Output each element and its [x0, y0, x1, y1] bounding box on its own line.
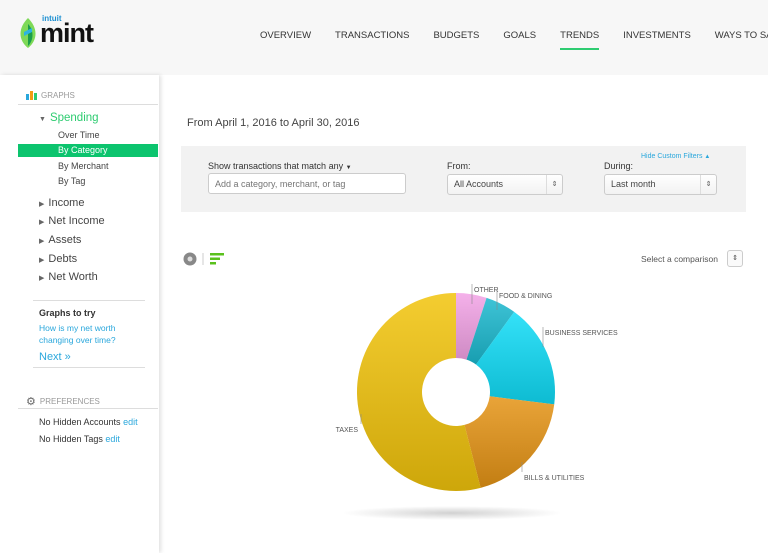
- donut-chart-icon[interactable]: [183, 252, 197, 266]
- updown-icon: ⇕: [732, 255, 738, 262]
- main-content: From April 1, 2016 to April 30, 2016 Sho…: [160, 75, 768, 553]
- caret-right-icon: ▶: [39, 257, 45, 264]
- sidebar-item-spending[interactable]: ▼ Spending: [39, 112, 99, 124]
- edit-accounts-link[interactable]: edit: [123, 417, 138, 427]
- mint-logo[interactable]: intuit mint: [18, 14, 98, 48]
- caret-right-icon: ▶: [39, 275, 45, 282]
- caret-up-icon: ▲: [704, 154, 711, 160]
- sidebar-sub-by-tag[interactable]: By Tag: [58, 176, 85, 186]
- preferences-heading: ⚙ PREFERENCES: [26, 396, 100, 408]
- divider: [33, 367, 145, 368]
- graphs-to-try-heading: Graphs to try: [39, 308, 96, 318]
- match-dropdown[interactable]: any ▼: [329, 161, 352, 171]
- divider: [33, 300, 145, 301]
- caret-right-icon: ▶: [39, 238, 45, 245]
- sidebar-item-net-worth[interactable]: ▶ Net Worth: [39, 271, 98, 283]
- nav-trends[interactable]: TRENDS: [560, 30, 600, 50]
- next-link[interactable]: Next »: [39, 351, 71, 363]
- updown-icon: ⇕: [700, 175, 716, 194]
- hidden-tags: No Hidden Tags edit: [39, 434, 120, 444]
- caret-right-icon: ▶: [39, 201, 45, 208]
- sidebar-item-net-income[interactable]: ▶ Net Income: [39, 215, 105, 227]
- graphs-heading: GRAPHS: [26, 90, 75, 100]
- caret-right-icon: ▶: [39, 219, 45, 226]
- filter-search-input[interactable]: [208, 173, 406, 194]
- during-label: During:: [604, 161, 634, 171]
- sidebar-item-assets[interactable]: ▶ Assets: [39, 234, 81, 246]
- sidebar: GRAPHS ▼ Spending Over Time By Category B…: [0, 75, 159, 553]
- nav-overview[interactable]: OVERVIEW: [260, 30, 311, 41]
- divider: [18, 104, 158, 105]
- chart-type-toggle: [183, 252, 204, 266]
- hide-custom-filters-link[interactable]: Hide Custom Filters ▲: [641, 153, 710, 160]
- sidebar-sub-by-category[interactable]: By Category: [18, 144, 158, 157]
- date-range: From April 1, 2016 to April 30, 2016: [187, 117, 360, 129]
- nav-budgets[interactable]: BUDGETS: [433, 30, 479, 41]
- from-label: From:: [447, 161, 471, 171]
- comparison-select[interactable]: ⇕: [727, 250, 743, 267]
- caret-down-icon: ▼: [39, 116, 46, 123]
- sidebar-item-debts[interactable]: ▶ Debts: [39, 253, 77, 265]
- comparison-label: Select a comparison: [641, 254, 719, 264]
- gear-icon: ⚙: [26, 396, 36, 408]
- sidebar-item-income[interactable]: ▶ Income: [39, 197, 84, 209]
- during-select[interactable]: Last month ⇕: [604, 174, 717, 195]
- try-link[interactable]: How is my net worth changing over time?: [39, 322, 129, 346]
- bar-chart-icon: [26, 91, 37, 100]
- header: intuit mint OVERVIEW TRANSACTIONS BUDGET…: [0, 0, 768, 75]
- sidebar-sub-by-merchant[interactable]: By Merchant: [58, 161, 109, 171]
- nav-transactions[interactable]: TRANSACTIONS: [335, 30, 409, 41]
- updown-icon: ⇕: [546, 175, 562, 194]
- from-select[interactable]: All Accounts ⇕: [447, 174, 563, 195]
- edit-tags-link[interactable]: edit: [105, 434, 120, 444]
- nav-investments[interactable]: INVESTMENTS: [623, 30, 691, 41]
- hidden-accounts: No Hidden Accounts edit: [39, 417, 138, 427]
- leaf-icon: [20, 18, 36, 48]
- divider: [18, 408, 158, 409]
- bar-list-icon[interactable]: [210, 252, 226, 266]
- match-label: Show transactions that match any ▼: [208, 161, 352, 171]
- nav-goals[interactable]: GOALS: [503, 30, 536, 41]
- caret-down-icon: ▼: [345, 165, 352, 171]
- nav-ways-to-save[interactable]: WAYS TO SAVE: [715, 30, 768, 41]
- main-nav: OVERVIEW TRANSACTIONS BUDGETS GOALS TREN…: [260, 30, 768, 50]
- sidebar-sub-over-time[interactable]: Over Time: [58, 130, 100, 140]
